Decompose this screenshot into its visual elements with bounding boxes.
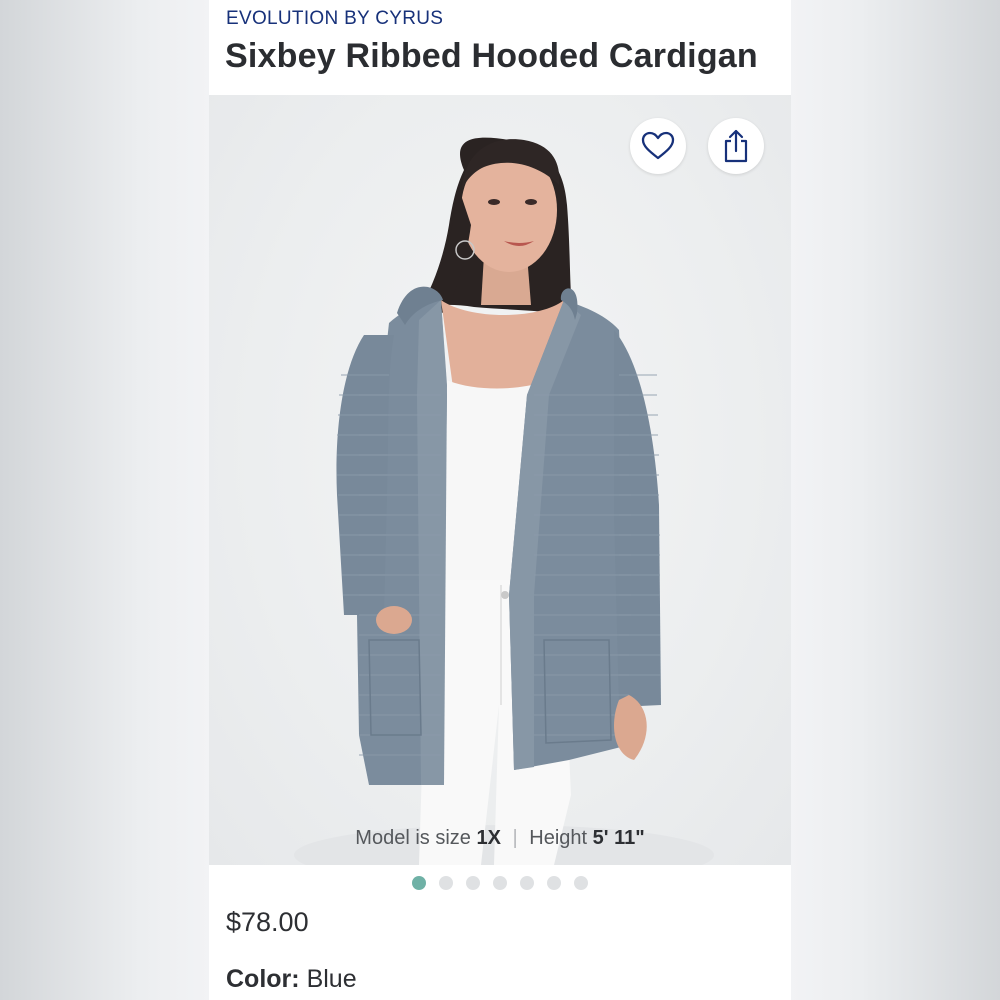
model-height-value: 5' 11"	[592, 827, 645, 849]
color-value: Blue	[306, 965, 357, 993]
product-image[interactable]: Model is size 1X | Height 5' 11"	[209, 95, 791, 865]
product-header: EVOLUTION BY CYRUS Sixbey Ribbed Hooded …	[209, 0, 791, 95]
carousel-dot[interactable]	[574, 876, 588, 890]
carousel-dot[interactable]	[547, 876, 561, 890]
carousel-dot[interactable]	[493, 876, 507, 890]
color-selection: Color: Blue	[226, 965, 357, 994]
product-price: $78.00	[226, 907, 309, 937]
share-icon	[724, 129, 748, 163]
image-carousel-dots	[209, 876, 791, 892]
carousel-dot[interactable]	[466, 876, 480, 890]
carousel-dot[interactable]	[412, 876, 426, 890]
color-label: Color:	[226, 965, 300, 993]
carousel-dot[interactable]	[520, 876, 534, 890]
model-size-caption: Model is size 1X | Height 5' 11"	[209, 827, 791, 850]
product-page: EVOLUTION BY CYRUS Sixbey Ribbed Hooded …	[209, 0, 791, 1000]
favorite-button[interactable]	[630, 118, 686, 174]
product-title: Sixbey Ribbed Hooded Cardigan	[225, 37, 758, 75]
model-height-prefix: Height	[529, 827, 588, 849]
carousel-dot[interactable]	[439, 876, 453, 890]
brand-name[interactable]: EVOLUTION BY CYRUS	[226, 8, 443, 30]
model-illustration	[294, 137, 714, 865]
share-button[interactable]	[708, 118, 764, 174]
model-size-prefix: Model is size	[355, 827, 471, 849]
heart-outline-icon	[641, 131, 675, 160]
caption-separator: |	[512, 827, 518, 849]
model-size-value: 1X	[476, 827, 501, 849]
